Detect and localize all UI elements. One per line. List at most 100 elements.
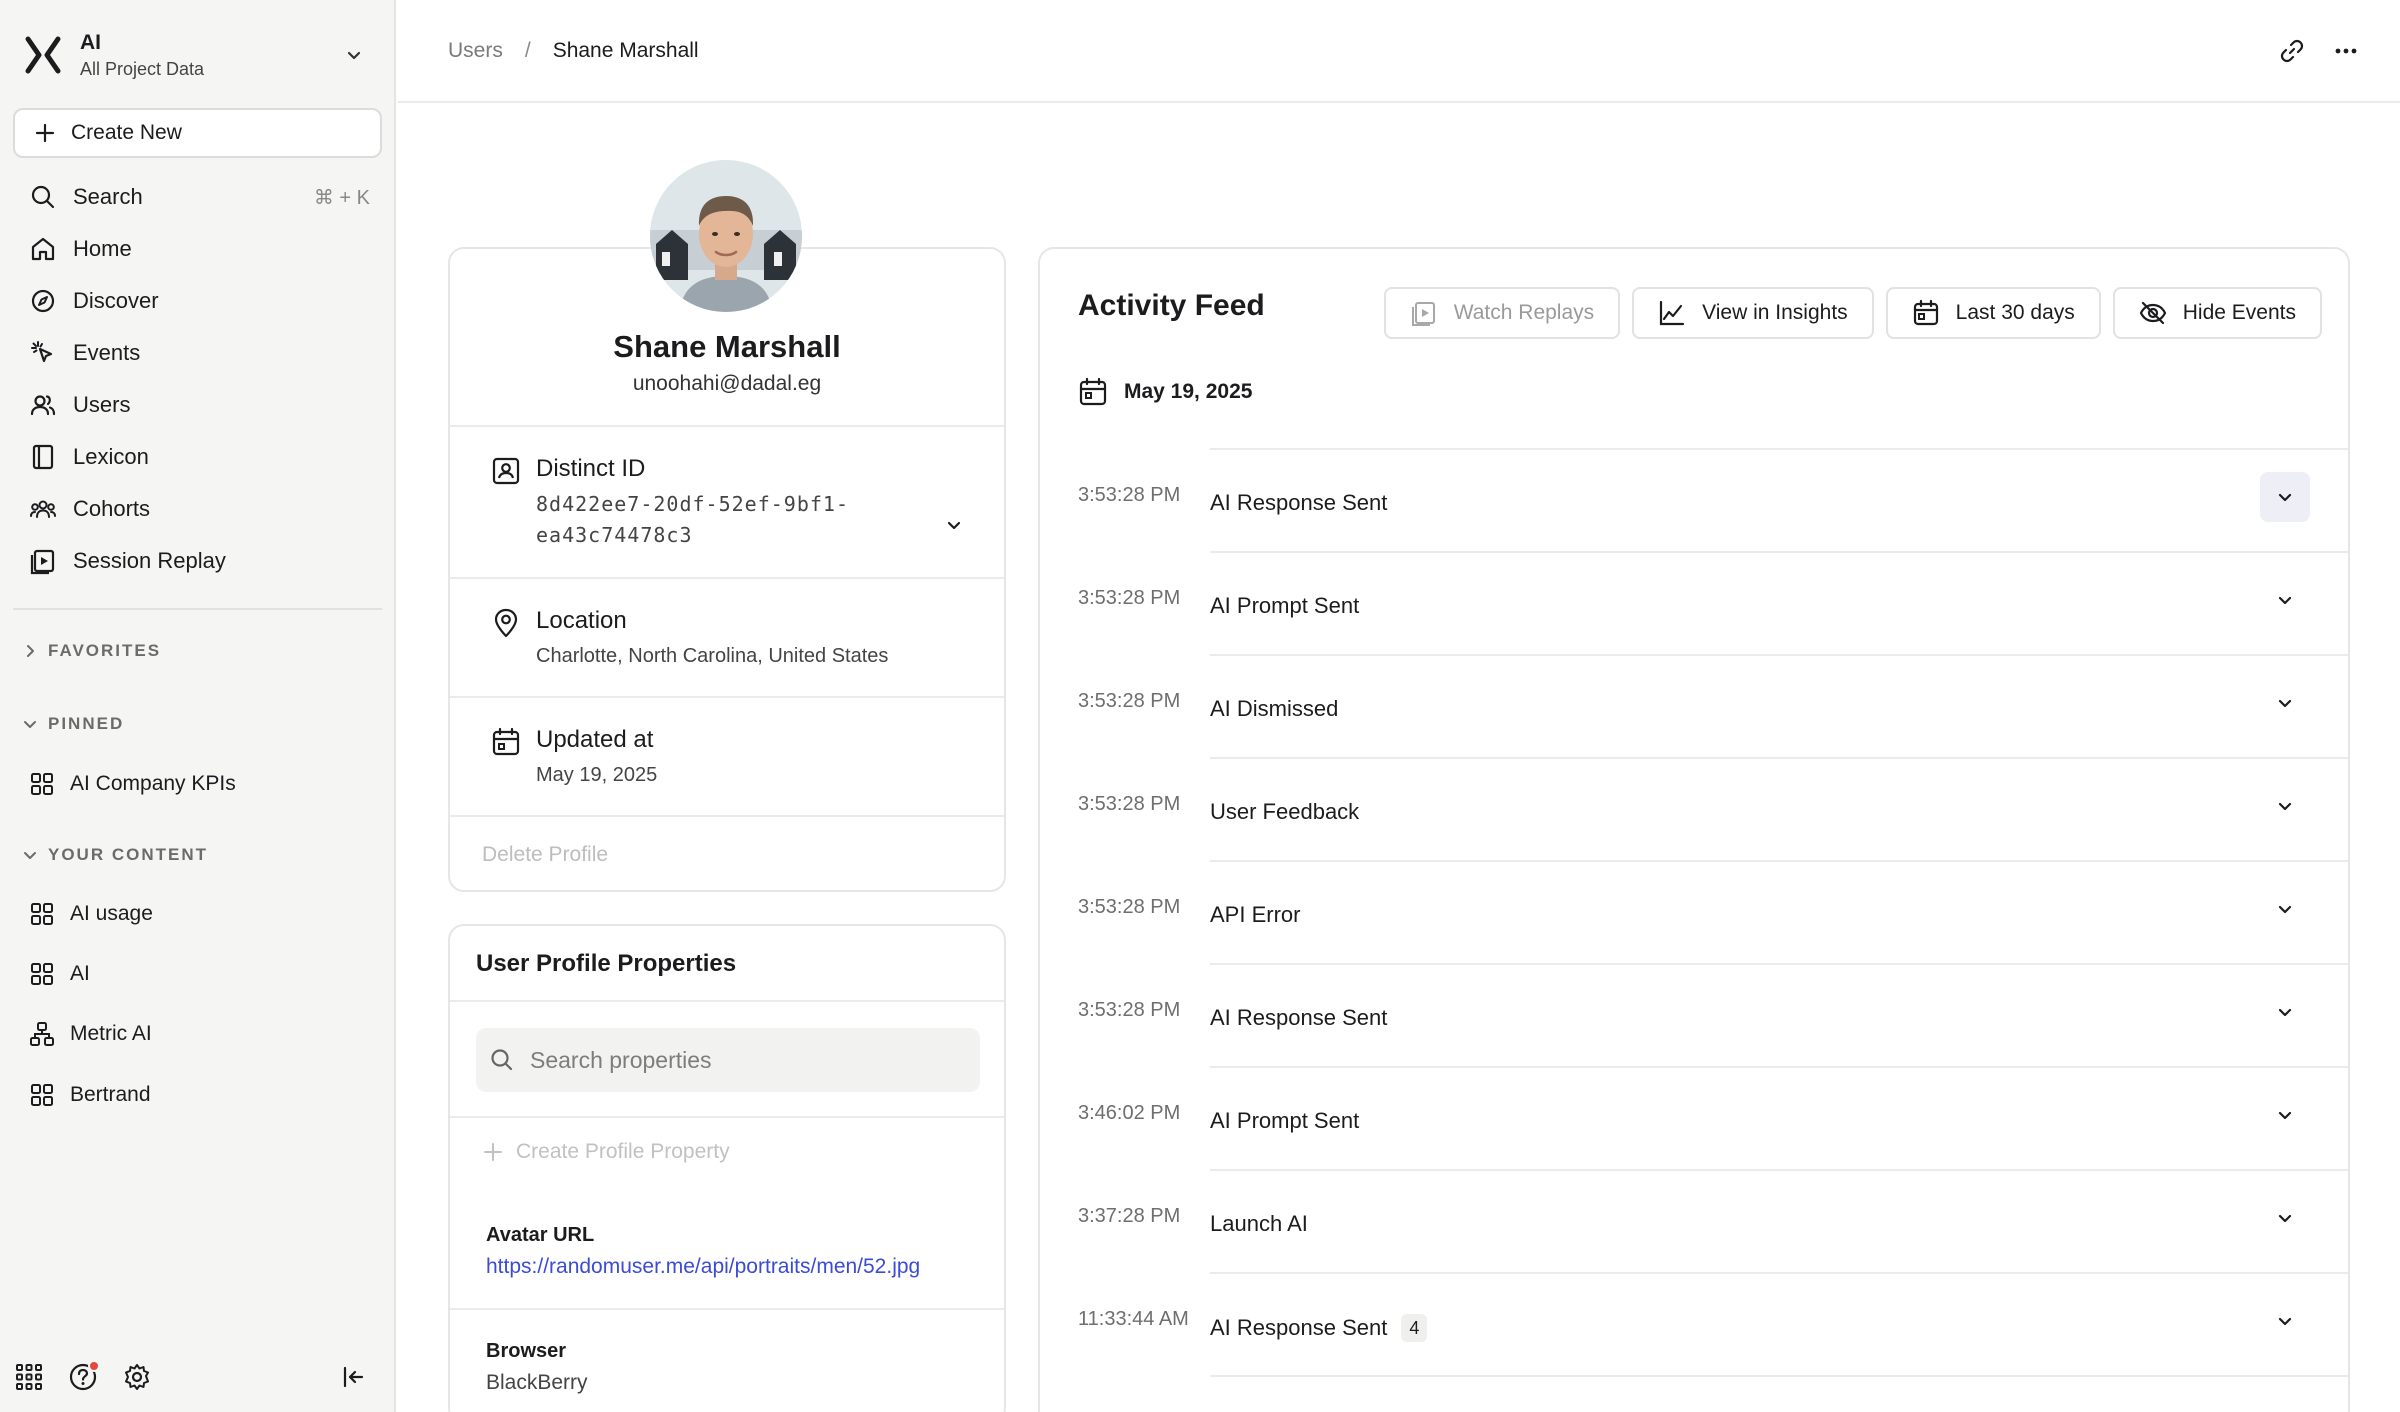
gear-icon [125, 1364, 149, 1390]
event-row[interactable]: 11:33:44 AM AI Response Sent 4 [1040, 1272, 2348, 1375]
collapse-sidebar-icon[interactable] [338, 1362, 368, 1392]
create-new-label: Create New [71, 121, 182, 144]
section-your-content[interactable]: YOUR CONTENT [22, 840, 208, 870]
event-time: 3:46:02 PM [1078, 1102, 1181, 1124]
nav-label: Events [73, 340, 141, 365]
divider [1210, 1375, 2348, 1377]
distinct-id-value: 8d422ee7-20df-52ef-9bf1-ea43c74478c3 [536, 492, 849, 547]
expand-event-button[interactable] [2260, 781, 2310, 831]
view-in-insights-label: View in Insights [1702, 301, 1848, 324]
section-favorites[interactable]: FAVORITES [22, 636, 161, 666]
nav-item-users[interactable]: Users [13, 379, 382, 431]
expand-event-button[interactable] [2260, 1296, 2310, 1346]
property-key: Avatar URL [486, 1224, 595, 1246]
project-switcher[interactable]: AI All Project Data [22, 24, 374, 86]
sidebar: AI All Project Data Create New Search ⌘ … [0, 0, 396, 1412]
create-profile-property-button[interactable]: Create Profile Property [482, 1140, 730, 1164]
eye-off-icon [2139, 301, 2166, 325]
chevron-down-icon [2278, 802, 2292, 811]
chevron-down-icon [2278, 1111, 2292, 1120]
date-range-label: Last 30 days [1955, 301, 2075, 324]
content-item[interactable]: AI usage [28, 892, 378, 936]
create-new-button[interactable]: Create New [13, 108, 382, 158]
content-item[interactable]: Bertrand [28, 1073, 378, 1117]
nav-item-search[interactable]: Search ⌘ + K [13, 171, 382, 223]
pinned-item[interactable]: AI Company KPIs [28, 762, 378, 806]
properties-search[interactable] [476, 1028, 980, 1092]
distinct-id-row[interactable]: Distinct ID 8d422ee7-20df-52ef-9bf1-ea43… [450, 425, 1004, 577]
apps-grid-button[interactable] [14, 1362, 44, 1392]
event-row[interactable]: 3:53:28 PM AI Response Sent [1040, 963, 2348, 1066]
content-item-label: AI usage [70, 902, 153, 925]
content-item-label: Metric AI [70, 1022, 152, 1045]
event-name: User Feedback [1210, 799, 1359, 825]
divider [1210, 1272, 2348, 1274]
chevron-down-icon[interactable] [342, 43, 366, 67]
settings-button[interactable] [122, 1362, 152, 1392]
section-pinned[interactable]: PINNED [22, 709, 124, 739]
search-icon [31, 185, 55, 209]
hide-events-button[interactable]: Hide Events [2112, 287, 2322, 339]
nav-item-cohorts[interactable]: Cohorts [13, 483, 382, 535]
event-time: 3:53:28 PM [1078, 484, 1181, 506]
location-value: Charlotte, North Carolina, United States [536, 645, 889, 667]
help-button[interactable] [68, 1360, 100, 1392]
expand-event-button[interactable] [2260, 1193, 2310, 1243]
view-in-insights-button[interactable]: View in Insights [1632, 287, 1874, 339]
divider [1210, 757, 2348, 759]
feed-date-label: May 19, 2025 [1124, 380, 1253, 403]
nav-item-lexicon[interactable]: Lexicon [13, 431, 382, 483]
content-item[interactable]: AI [28, 952, 378, 996]
properties-search-input[interactable] [530, 1046, 950, 1074]
property-value-link[interactable]: https://randomuser.me/api/portraits/men/… [486, 1255, 920, 1279]
calendar-icon [1079, 377, 1107, 406]
location-label: Location [536, 607, 627, 634]
event-row[interactable]: 3:53:28 PM AI Response Sent [1040, 448, 2348, 551]
nav-label: Cohorts [73, 496, 151, 521]
breadcrumb-users-link[interactable]: Users [448, 39, 503, 63]
expand-event-button[interactable] [2260, 987, 2310, 1037]
more-options-icon[interactable] [2332, 37, 2360, 65]
keyboard-shortcut: ⌘ + K [313, 186, 370, 209]
board-icon [31, 1084, 53, 1106]
event-time: 3:53:28 PM [1078, 587, 1181, 609]
event-name: API Error [1210, 902, 1300, 928]
divider [1210, 1169, 2348, 1171]
nav-label: Users [73, 392, 131, 417]
event-row[interactable]: 3:37:28 PM Launch AI [1040, 1169, 2348, 1272]
property-value: BlackBerry [486, 1371, 588, 1394]
event-time: 3:53:28 PM [1078, 999, 1181, 1021]
event-row[interactable]: 3:53:28 PM AI Prompt Sent [1040, 551, 2348, 654]
delete-profile-button[interactable]: Delete Profile [482, 843, 608, 867]
nav-item-session-replay[interactable]: Session Replay [13, 535, 382, 587]
nav-item-discover[interactable]: Discover [13, 275, 382, 327]
expand-event-button[interactable] [2260, 575, 2310, 625]
user-profile-properties-card: User Profile Properties Create Profile P… [448, 924, 1006, 1412]
chevron-down-icon [2278, 1317, 2292, 1326]
event-row[interactable]: 3:53:28 PM API Error [1040, 860, 2348, 963]
calendar-icon [1913, 299, 1938, 326]
expand-event-button[interactable] [2260, 678, 2310, 728]
watch-replays-button[interactable]: Watch Replays [1383, 287, 1621, 339]
expand-event-button[interactable] [2260, 884, 2310, 934]
main-nav: Search ⌘ + K Home Discover Events Users … [13, 171, 382, 587]
event-time: 11:33:44 AM [1078, 1308, 1189, 1330]
nav-item-events[interactable]: Events [13, 327, 382, 379]
chevron-down-icon[interactable] [942, 513, 966, 537]
event-name-label: AI Prompt Sent [1210, 1108, 1360, 1133]
divider [450, 1116, 1004, 1118]
expand-event-button[interactable] [2260, 1090, 2310, 1140]
date-range-button[interactable]: Last 30 days [1885, 287, 2101, 339]
nav-item-home[interactable]: Home [13, 223, 382, 275]
event-row[interactable]: 3:53:28 PM AI Dismissed [1040, 654, 2348, 757]
pinned-item-label: AI Company KPIs [70, 772, 236, 795]
section-label: YOUR CONTENT [48, 845, 208, 864]
content-item[interactable]: Metric AI [28, 1012, 378, 1056]
profile-email: unoohahi@dadal.eg [632, 372, 822, 395]
expand-event-button[interactable] [2260, 472, 2310, 522]
event-row[interactable]: 3:46:02 PM AI Prompt Sent [1040, 1066, 2348, 1169]
link-icon[interactable] [2278, 37, 2306, 65]
event-row[interactable]: 3:53:28 PM User Feedback [1040, 757, 2348, 860]
chevron-right-icon [27, 645, 34, 657]
board-icon [31, 903, 53, 925]
